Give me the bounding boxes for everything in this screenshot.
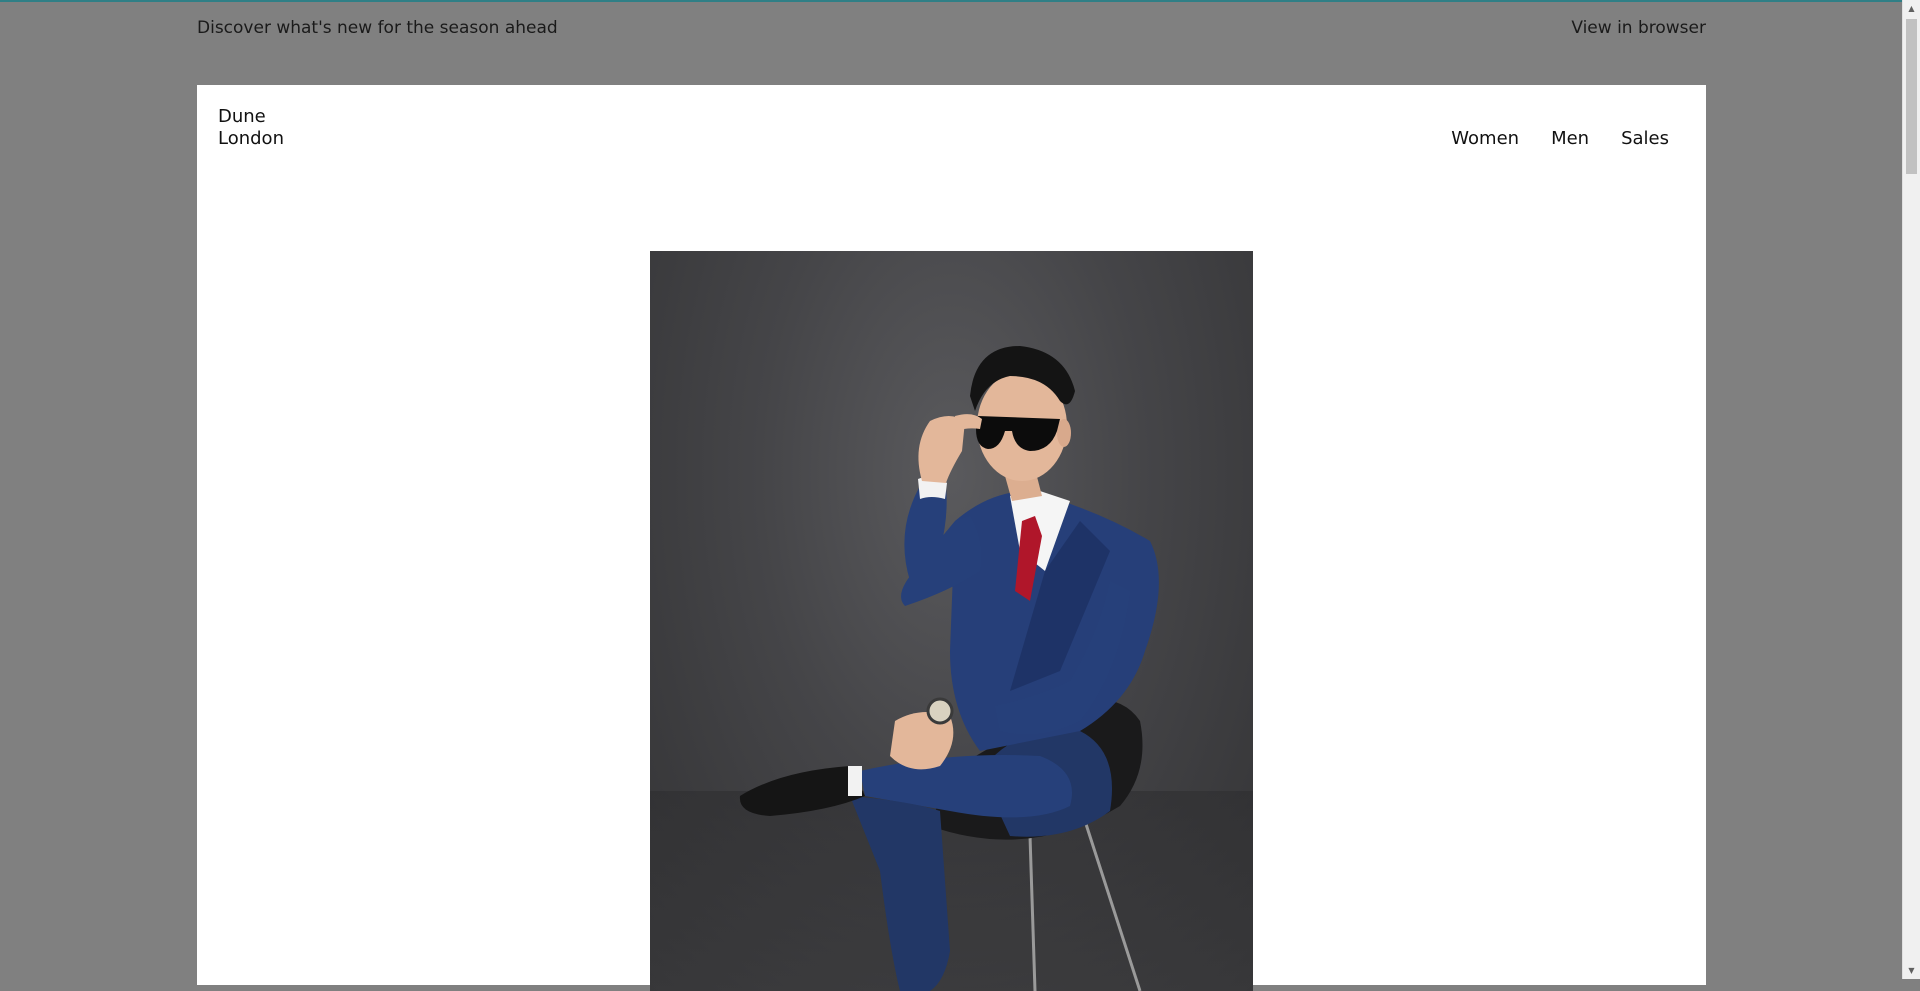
preheader-tagline: Discover what's new for the season ahead [197,18,558,38]
brand-logo[interactable]: Dune London [218,106,284,150]
vertical-scrollbar[interactable]: ▲ ▼ [1902,0,1920,979]
main-nav: Women Men Sales [1451,128,1669,149]
nav-item-sales[interactable]: Sales [1621,128,1669,149]
email-card: Dune London Women Men Sales [197,85,1706,991]
view-in-browser-link[interactable]: View in browser [1571,18,1706,38]
scrollbar-thumb[interactable] [1906,19,1917,174]
nav-item-women[interactable]: Women [1451,128,1519,149]
scroll-down-arrow-icon[interactable]: ▼ [1903,962,1920,979]
logo-line-2: London [218,128,284,149]
hero-image[interactable] [650,251,1253,991]
preheader-bar: Discover what's new for the season ahead… [197,0,1706,56]
nav-item-men[interactable]: Men [1551,128,1589,149]
scroll-up-arrow-icon[interactable]: ▲ [1903,0,1920,17]
logo-line-1: Dune [218,106,266,127]
hero-photo-illustration [650,346,1253,991]
